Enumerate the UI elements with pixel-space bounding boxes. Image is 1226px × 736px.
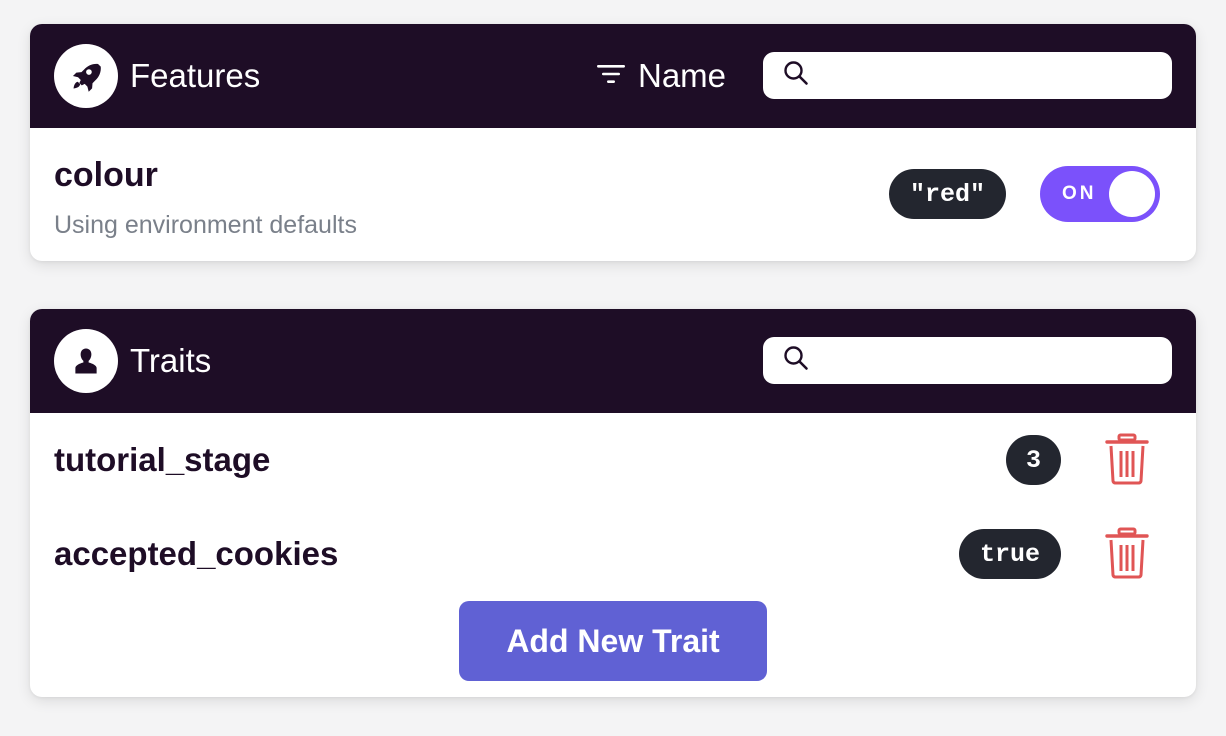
traits-search-input[interactable] [821, 349, 1161, 372]
trait-row: accepted_cookies true [30, 507, 1196, 601]
trait-row: tutorial_stage 3 [30, 413, 1196, 507]
delete-trait-button[interactable] [1102, 431, 1152, 487]
sort-label: Name [638, 57, 727, 94]
trait-name: tutorial_stage [54, 441, 271, 478]
feature-row[interactable]: colour Using environment defaults "red" … [30, 128, 1196, 261]
feature-name: colour [54, 156, 158, 194]
search-icon [783, 345, 809, 376]
user-icon [54, 329, 118, 393]
sort-filter-icon [596, 63, 626, 90]
features-search-input[interactable] [821, 64, 1161, 87]
trait-value-badge: true [959, 529, 1061, 579]
delete-trait-button[interactable] [1102, 525, 1152, 581]
trait-value-badge: 3 [1006, 435, 1061, 485]
traits-panel: Traits tutorial_stage 3 accepted_cookies… [30, 309, 1196, 697]
sort-by-name-button[interactable]: Name [596, 24, 726, 128]
trash-icon [1105, 527, 1149, 579]
toggle-knob [1109, 171, 1155, 217]
traits-search[interactable] [763, 337, 1172, 384]
features-panel: Features Name colour Using environment d… [30, 24, 1196, 261]
traits-header: Traits [30, 309, 1196, 413]
trait-name: accepted_cookies [54, 535, 339, 572]
feature-description: Using environment defaults [54, 211, 357, 239]
feature-value-badge: "red" [889, 169, 1006, 219]
rocket-icon [54, 44, 118, 108]
traits-title: Traits [130, 342, 212, 379]
features-title: Features [130, 57, 261, 94]
add-new-trait-button[interactable]: Add New Trait [459, 601, 767, 681]
search-icon [783, 60, 809, 91]
feature-toggle[interactable]: ON [1040, 166, 1160, 222]
toggle-label: ON [1062, 183, 1097, 204]
features-search[interactable] [763, 52, 1172, 99]
trash-icon [1105, 433, 1149, 485]
features-header: Features Name [30, 24, 1196, 128]
